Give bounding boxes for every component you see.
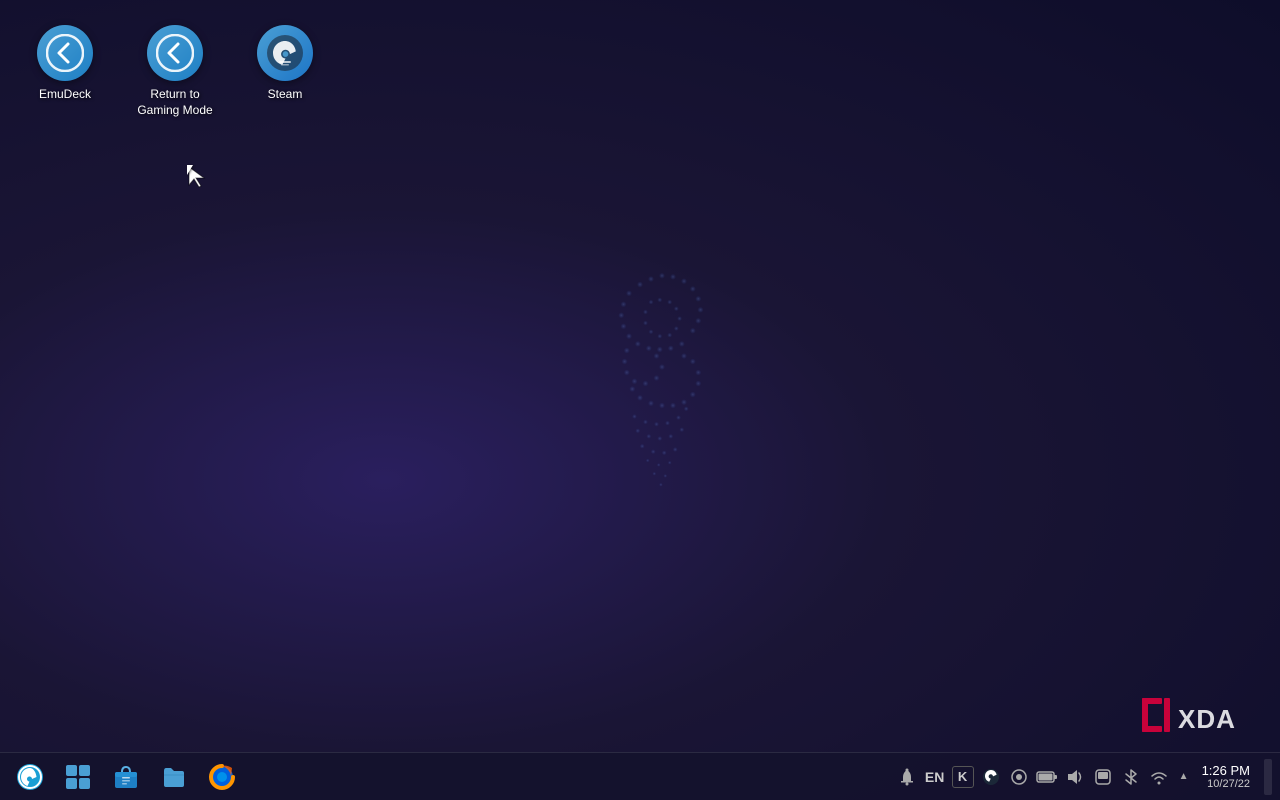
steam-desktop-icon[interactable]: Steam bbox=[240, 20, 330, 123]
taskbar-discover-button[interactable] bbox=[58, 757, 98, 797]
time-display: 1:26 PM bbox=[1202, 763, 1250, 778]
notification-icon[interactable] bbox=[896, 766, 918, 788]
bluetooth-tray-icon[interactable] bbox=[1120, 766, 1142, 788]
desktop-wallpaper-logo bbox=[552, 240, 772, 560]
return-gaming-label: Return to Gaming Mode bbox=[137, 87, 212, 118]
volume-tray-icon[interactable] bbox=[1064, 766, 1086, 788]
taskbar: EN K bbox=[0, 752, 1280, 800]
battery-tray-icon[interactable] bbox=[1036, 766, 1058, 788]
emudeck-icon-image bbox=[37, 25, 93, 81]
xda-watermark: XDA bbox=[1140, 690, 1270, 745]
show-desktop-button[interactable] bbox=[1264, 759, 1272, 795]
emudeck-icon[interactable]: EmuDeck bbox=[20, 20, 110, 123]
discover-tray-icon[interactable] bbox=[1008, 766, 1030, 788]
date-display: 10/27/22 bbox=[1207, 778, 1250, 790]
steam-label: Steam bbox=[268, 87, 303, 103]
taskbar-gamemode-button[interactable] bbox=[10, 757, 50, 797]
tray-expand-button[interactable]: ▲ bbox=[1176, 766, 1192, 788]
steam-icon-image bbox=[257, 25, 313, 81]
desktop: EmuDeck Return to Gaming Mode bbox=[0, 0, 1280, 800]
return-gaming-icon[interactable]: Return to Gaming Mode bbox=[130, 20, 220, 123]
language-indicator[interactable]: EN bbox=[924, 766, 946, 788]
taskbar-store-button[interactable] bbox=[106, 757, 146, 797]
desktop-icons-area: EmuDeck Return to Gaming Mode bbox=[10, 10, 340, 133]
steam-tray-icon[interactable] bbox=[980, 766, 1002, 788]
wifi-tray-icon[interactable] bbox=[1148, 766, 1170, 788]
svg-text:XDA: XDA bbox=[1178, 704, 1236, 734]
system-tray: EN K bbox=[896, 759, 1272, 795]
taskbar-files-button[interactable] bbox=[154, 757, 194, 797]
return-gaming-icon-image bbox=[147, 25, 203, 81]
power-tray-icon[interactable] bbox=[1092, 766, 1114, 788]
klack-tray-icon[interactable]: K bbox=[952, 766, 974, 788]
emudeck-label: EmuDeck bbox=[39, 87, 91, 103]
clock-display[interactable]: 1:26 PM 10/27/22 bbox=[1202, 763, 1250, 790]
taskbar-apps bbox=[8, 757, 244, 797]
taskbar-firefox-button[interactable] bbox=[202, 757, 242, 797]
